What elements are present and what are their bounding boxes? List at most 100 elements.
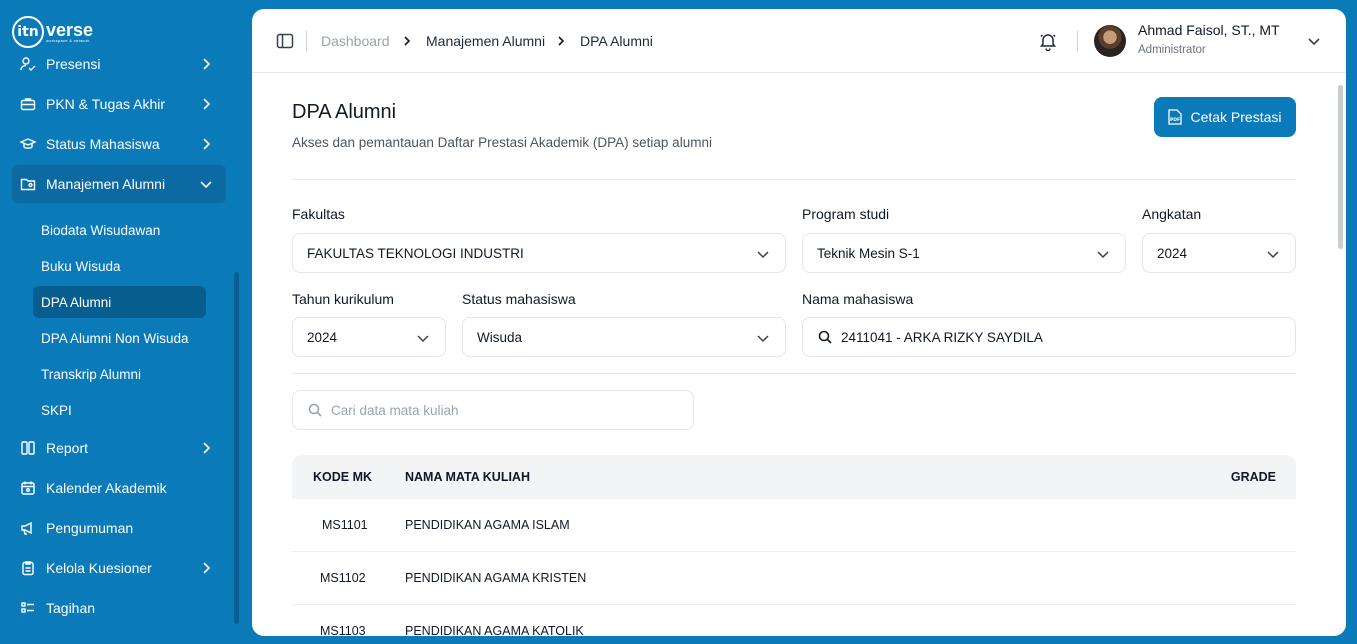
clipboard-icon <box>20 560 36 576</box>
sidebar-item-label: Kalender Akademik <box>46 480 167 496</box>
chevron-right-icon <box>203 562 211 574</box>
chevron-right-icon <box>203 98 211 110</box>
breadcrumb-dashboard[interactable]: Dashboard <box>321 31 390 51</box>
table-row[interactable]: MS1101 PENDIDIKAN AGAMA ISLAM <box>292 499 1296 552</box>
calendar-icon <box>20 480 36 496</box>
cell-kode: MS1103 <box>320 624 366 636</box>
sidebar-subitem-dpa-alumni[interactable]: DPA Alumni <box>33 286 206 318</box>
content-scrollbar[interactable] <box>1338 85 1343 249</box>
prodi-label: Program studi <box>802 206 890 222</box>
sidebar-item-kelola-kuesioner[interactable]: Kelola Kuesioner <box>12 549 226 587</box>
prodi-select[interactable]: Teknik Mesin S-1 <box>802 233 1126 273</box>
sidebar-subitem-dpa-alumni-non-wisuda[interactable]: DPA Alumni Non Wisuda <box>33 322 206 354</box>
chevron-down-icon <box>1097 251 1109 259</box>
sidebar-item-presensi[interactable]: Presensi <box>12 45 226 83</box>
print-button-label: Cetak Prestasi <box>1190 109 1282 125</box>
user-role: Administrator <box>1138 44 1206 56</box>
nama-label: Nama mahasiswa <box>802 291 914 307</box>
divider <box>306 31 307 51</box>
sidebar-item-label: Kelola Kuesioner <box>46 560 152 576</box>
cell-kode: MS1101 <box>322 518 368 532</box>
sidebar-item-label: PKN & Tugas Akhir <box>46 96 166 112</box>
sidebar-item-pengumuman[interactable]: Pengumuman <box>12 509 226 547</box>
cell-nama: PENDIDIKAN AGAMA KATOLIK <box>405 624 584 636</box>
sidebar-toggle-icon[interactable] <box>276 32 294 50</box>
report-icon <box>20 440 36 456</box>
chevron-down-icon <box>1267 251 1279 259</box>
main-panel: Dashboard Manajemen Alumni DPA Alumni Ah… <box>252 9 1346 636</box>
chevron-right-icon <box>558 36 565 46</box>
chevron-down-icon <box>757 335 769 343</box>
kurikulum-label: Tahun kurikulum <box>292 291 394 307</box>
sidebar-item-status-mahasiswa[interactable]: Status Mahasiswa <box>12 125 226 163</box>
logo-mark: itn <box>12 16 44 48</box>
sidebar-item-manajemen-alumni[interactable]: Manajemen Alumni <box>12 165 226 203</box>
sidebar-item-tagihan[interactable]: Tagihan <box>12 589 226 627</box>
sidebar-item-pkn[interactable]: PKN & Tugas Akhir <box>12 85 226 123</box>
fakultas-select[interactable]: FAKULTAS TEKNOLOGI INDUSTRI <box>292 233 786 273</box>
status-label: Status mahasiswa <box>462 291 576 307</box>
cell-nama: PENDIDIKAN AGAMA ISLAM <box>405 518 570 532</box>
angkatan-value: 2024 <box>1157 245 1188 261</box>
kurikulum-select[interactable]: 2024 <box>292 317 446 357</box>
breadcrumb-dpa-alumni: DPA Alumni <box>580 33 653 49</box>
graduation-cap-icon <box>20 136 36 152</box>
chevron-right-icon <box>404 36 411 46</box>
sidebar-subitem-biodata-wisudawan[interactable]: Biodata Wisudawan <box>33 214 206 246</box>
page-subtitle: Akses dan pemantauan Daftar Prestasi Aka… <box>292 135 712 150</box>
sidebar-subitem-transkrip-alumni[interactable]: Transkrip Alumni <box>33 358 206 390</box>
status-value: Wisuda <box>477 329 523 345</box>
sidebar-item-label: Presensi <box>46 56 101 72</box>
sidebar-item-label: Manajemen Alumni <box>46 176 166 192</box>
chevron-right-icon <box>203 138 211 150</box>
course-search-field[interactable] <box>292 390 694 430</box>
chevron-down-icon <box>757 251 769 259</box>
divider <box>292 179 1296 180</box>
sidebar-subitem-buku-wisuda[interactable]: Buku Wisuda <box>33 250 206 282</box>
table-row[interactable]: MS1102 PENDIDIKAN AGAMA KRISTEN <box>292 552 1296 605</box>
status-select[interactable]: Wisuda <box>462 317 786 357</box>
chevron-right-icon <box>203 442 211 454</box>
divider <box>292 373 1296 374</box>
sidebar-item-report[interactable]: Report <box>12 429 226 467</box>
chevron-down-icon <box>200 181 212 189</box>
breadcrumb-manajemen-alumni[interactable]: Manajemen Alumni <box>426 31 545 51</box>
sidebar-item-label: Status Mahasiswa <box>46 136 160 152</box>
folder-user-icon <box>20 176 36 192</box>
student-search-input[interactable]: 2411041 - ARKA RIZKY SAYDILA <box>802 317 1296 357</box>
top-bar: Dashboard Manajemen Alumni DPA Alumni Ah… <box>252 9 1346 73</box>
chevron-down-icon[interactable] <box>1306 33 1322 49</box>
sidebar-item-label: Tagihan <box>46 600 96 616</box>
page-title: DPA Alumni <box>292 101 397 123</box>
column-header-kode[interactable]: KODE MK <box>313 455 372 499</box>
print-achievement-button[interactable]: PDF Cetak Prestasi <box>1154 97 1296 137</box>
logo-subtext: workspace & network <box>46 38 90 43</box>
search-icon <box>308 403 322 417</box>
column-header-grade[interactable]: GRADE <box>1231 455 1276 499</box>
chevron-right-icon <box>203 58 211 70</box>
briefcase-icon <box>20 96 36 112</box>
fakultas-label: Fakultas <box>292 206 345 222</box>
sidebar-item-kalender-akademik[interactable]: Kalender Akademik <box>12 469 226 507</box>
search-icon <box>818 330 832 344</box>
user-check-icon <box>20 56 36 72</box>
bell-icon[interactable] <box>1038 31 1058 51</box>
brand-logo[interactable]: itn verse workspace & network <box>12 16 93 48</box>
course-search-input[interactable] <box>331 402 671 418</box>
sidebar-subitem-skpi[interactable]: SKPI <box>33 394 206 426</box>
table-row[interactable]: MS1103 PENDIDIKAN AGAMA KATOLIK <box>292 605 1296 636</box>
sidebar-scrollbar[interactable] <box>234 272 239 624</box>
prodi-value: Teknik Mesin S-1 <box>817 245 920 261</box>
logo-text: verse <box>46 20 94 40</box>
fakultas-value: FAKULTAS TEKNOLOGI INDUSTRI <box>307 245 524 261</box>
kurikulum-value: 2024 <box>307 329 338 345</box>
pdf-label: PDF <box>1170 117 1180 123</box>
course-table: KODE MK NAMA MATA KULIAH GRADE MS1101 PE… <box>292 455 1296 636</box>
avatar[interactable] <box>1094 25 1126 57</box>
megaphone-icon <box>20 520 36 536</box>
user-name: Ahmad Faisol, ST., MT <box>1138 22 1280 38</box>
angkatan-select[interactable]: 2024 <box>1142 233 1296 273</box>
column-header-nama[interactable]: NAMA MATA KULIAH <box>405 455 530 499</box>
table-header: KODE MK NAMA MATA KULIAH GRADE <box>292 455 1296 499</box>
cell-kode: MS1102 <box>320 571 366 585</box>
